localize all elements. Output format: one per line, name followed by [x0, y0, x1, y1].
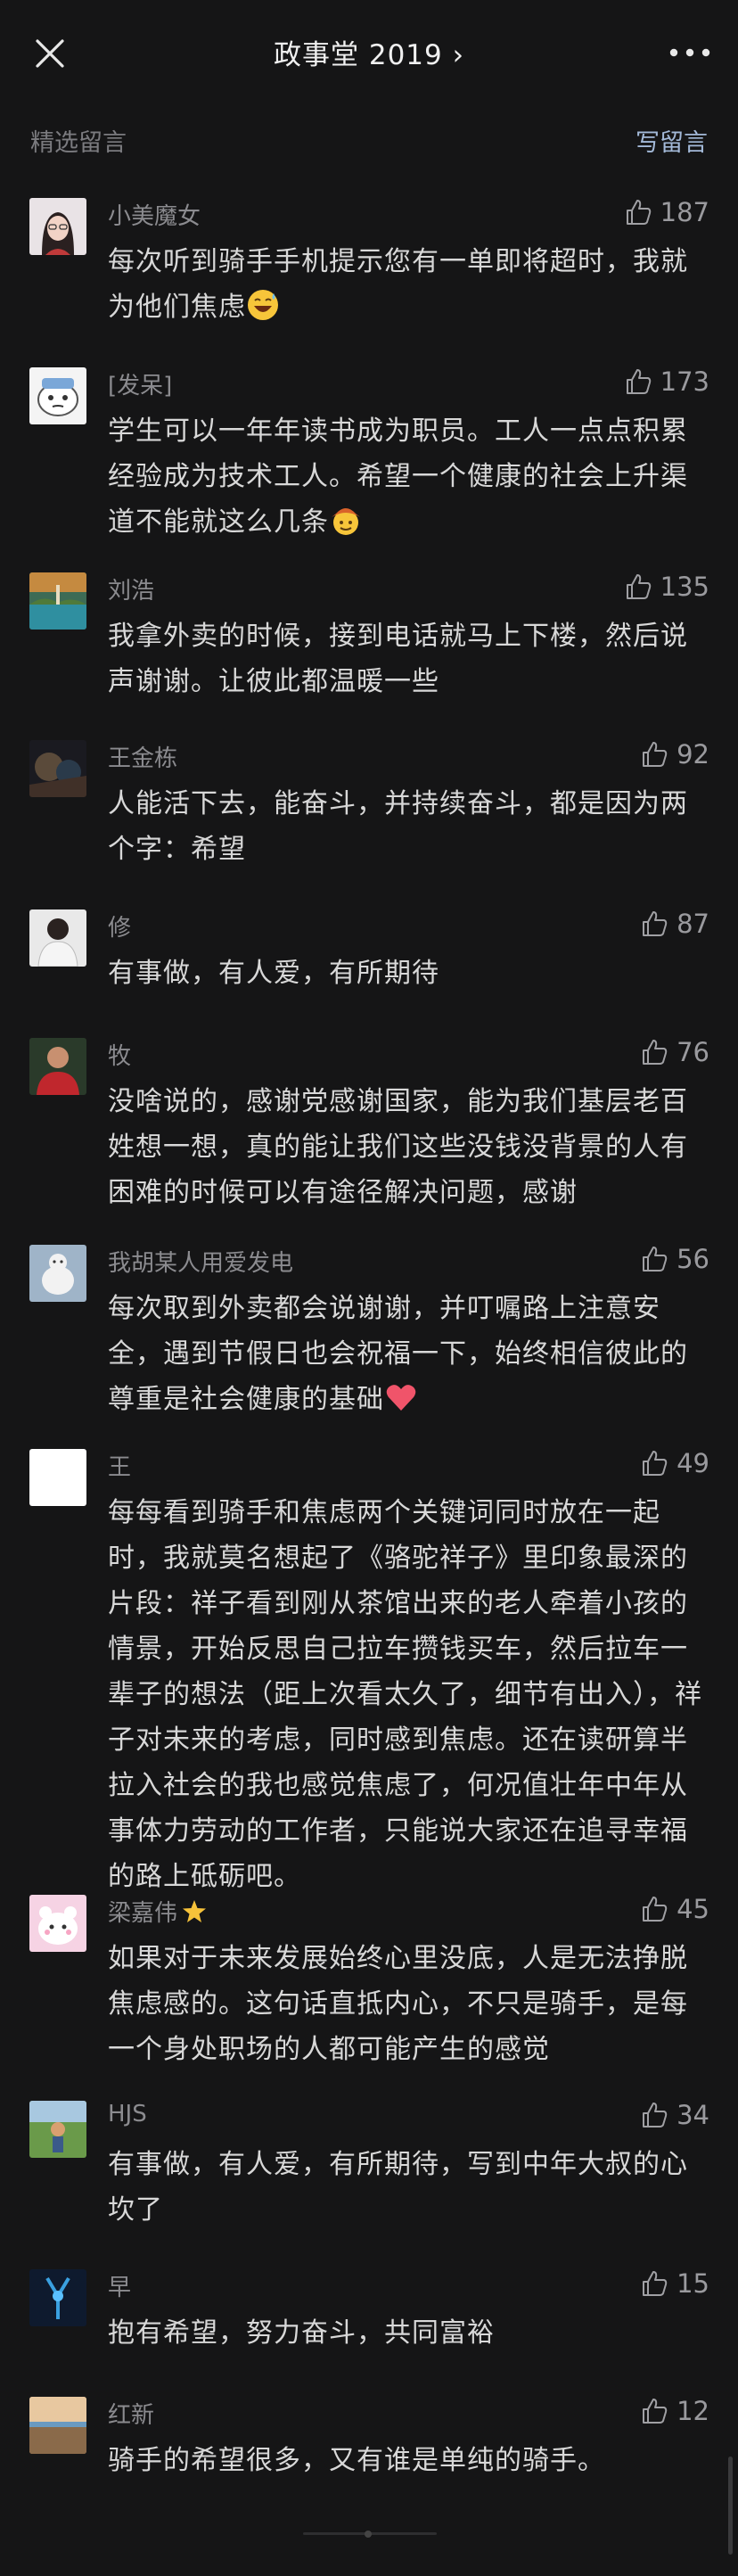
avatar[interactable] — [29, 2101, 86, 2158]
like-button[interactable]: 92 — [639, 738, 709, 770]
thumbs-up-icon — [643, 1247, 668, 1272]
avatar[interactable] — [29, 2397, 86, 2454]
heart-emoji — [386, 1385, 416, 1411]
more-options-icon[interactable] — [667, 39, 713, 66]
thumbs-up-icon — [643, 1451, 668, 1476]
page-dot — [365, 2531, 372, 2538]
avatar[interactable] — [29, 367, 86, 424]
comment-text: 有事做，有人爱，有所期待，写到中年大叔的心坎了 — [108, 2149, 688, 2226]
like-button[interactable]: 87 — [639, 908, 709, 940]
avatar[interactable] — [29, 909, 86, 967]
commenter-name: 小美魔女 — [108, 203, 201, 230]
commenter-name: 王金栋 — [108, 745, 178, 772]
like-button[interactable]: 12 — [639, 2395, 709, 2427]
thumbs-up-icon — [643, 2103, 668, 2127]
commenter-name: 红新 — [108, 2402, 155, 2429]
comment-text: 没啥说的，感谢党感谢国家，能为我们基层老百姓想一想，真的能让我们这些没钱没背景的… — [108, 1086, 688, 1208]
like-count: 87 — [676, 909, 709, 939]
avatar[interactable] — [29, 2269, 86, 2326]
page-title[interactable]: 政事堂 2019 › — [0, 32, 738, 72]
commenter-name: 刘浩 — [108, 578, 155, 605]
thumbs-up-icon — [643, 2271, 668, 2296]
thumbs-up-icon — [643, 1040, 668, 1065]
star-emoji — [183, 1900, 207, 1922]
comment-text: 学生可以一年年读书成为职员。工人一点点积累经验成为技术工人。希望一个健康的社会上… — [108, 416, 688, 538]
like-count: 92 — [676, 739, 709, 770]
like-button[interactable]: 173 — [623, 366, 709, 398]
comment-text: 骑手的希望很多，又有谁是单纯的骑手。 — [108, 2445, 605, 2476]
commenter-name: [发呆] — [108, 373, 173, 399]
comment-text: 有事做，有人爱，有所期待 — [108, 958, 439, 989]
like-button[interactable]: 34 — [639, 2099, 709, 2131]
avatar[interactable] — [29, 1895, 86, 1952]
like-button[interactable]: 135 — [623, 571, 709, 603]
like-count: 76 — [676, 1037, 709, 1067]
write-comment-link[interactable]: 写留言 — [636, 123, 708, 158]
like-count: 34 — [676, 2100, 709, 2130]
like-count: 15 — [676, 2268, 709, 2299]
comment-text: 我拿外卖的时候，接到电话就马上下楼，然后说声谢谢。让彼此都温暖一些 — [108, 621, 688, 697]
featured-comments-label: 精选留言 — [30, 129, 127, 157]
comment-text: 每次听到骑手手机提示您有一单即将超时，我就为他们焦虑 — [108, 246, 688, 323]
like-button[interactable]: 56 — [639, 1243, 709, 1275]
top-bar: 政事堂 2019 › — [0, 0, 738, 107]
commenter-name: 王 — [108, 1454, 132, 1481]
like-count: 135 — [660, 572, 709, 602]
avatar[interactable] — [29, 572, 86, 630]
thumbs-up-icon — [626, 574, 651, 599]
thumbs-up-icon — [626, 200, 651, 225]
scrollbar[interactable] — [728, 2457, 733, 2555]
avatar[interactable] — [29, 1449, 86, 1506]
comment-text: 人能活下去，能奋斗，并持续奋斗，都是因为两个字：希望 — [108, 788, 688, 865]
like-count: 187 — [660, 197, 709, 227]
like-count: 12 — [676, 2396, 709, 2426]
avatar[interactable] — [29, 740, 86, 797]
commenter-name: HJS — [108, 2101, 147, 2127]
like-button[interactable]: 15 — [639, 2267, 709, 2300]
thumbs-up-icon — [643, 1897, 668, 1922]
thumbs-up-icon — [643, 742, 668, 767]
avatar[interactable] — [29, 1038, 86, 1095]
thumbs-up-icon — [643, 2399, 668, 2424]
comment-text: 每次取到外卖都会说谢谢，并叮嘱路上注意安全，遇到节假日也会祝福一下，始终相信彼此… — [108, 1293, 688, 1415]
avatar[interactable] — [29, 1245, 86, 1302]
thumbs-up-icon — [643, 911, 668, 936]
commenter-name: 我胡某人用爱发电 — [108, 1250, 294, 1277]
commenter-name: 梁嘉伟 — [108, 1895, 208, 1928]
thumbs-up-icon — [626, 369, 651, 394]
like-button[interactable]: 187 — [623, 196, 709, 228]
comment-text: 如果对于未来发展始终心里没底，人是无法挣脱焦虑感的。这句话直抵内心，不只是骑手，… — [108, 1943, 688, 2065]
comments-section-header: 精选留言 写留言 — [0, 118, 738, 168]
like-count: 56 — [676, 1244, 709, 1274]
like-button[interactable]: 76 — [639, 1036, 709, 1068]
like-button[interactable]: 45 — [639, 1893, 709, 1925]
like-count: 45 — [676, 1894, 709, 1924]
like-count: 173 — [660, 366, 709, 397]
commenter-name: 早 — [108, 2275, 132, 2301]
like-button[interactable]: 49 — [639, 1447, 709, 1479]
comment-text: 每每看到骑手和焦虑两个关键词同时放在一起时，我就莫名想起了《骆驼祥子》里印象最深… — [108, 1497, 702, 1892]
commenter-name: 牧 — [108, 1043, 132, 1070]
comment-text: 抱有希望，努力奋斗，共同富裕 — [108, 2317, 495, 2349]
like-count: 49 — [676, 1448, 709, 1478]
commenter-name: 修 — [108, 915, 132, 942]
cowboy-face-emoji — [332, 508, 360, 535]
grinning-sweat-emoji — [248, 290, 278, 320]
avatar[interactable] — [29, 198, 86, 255]
